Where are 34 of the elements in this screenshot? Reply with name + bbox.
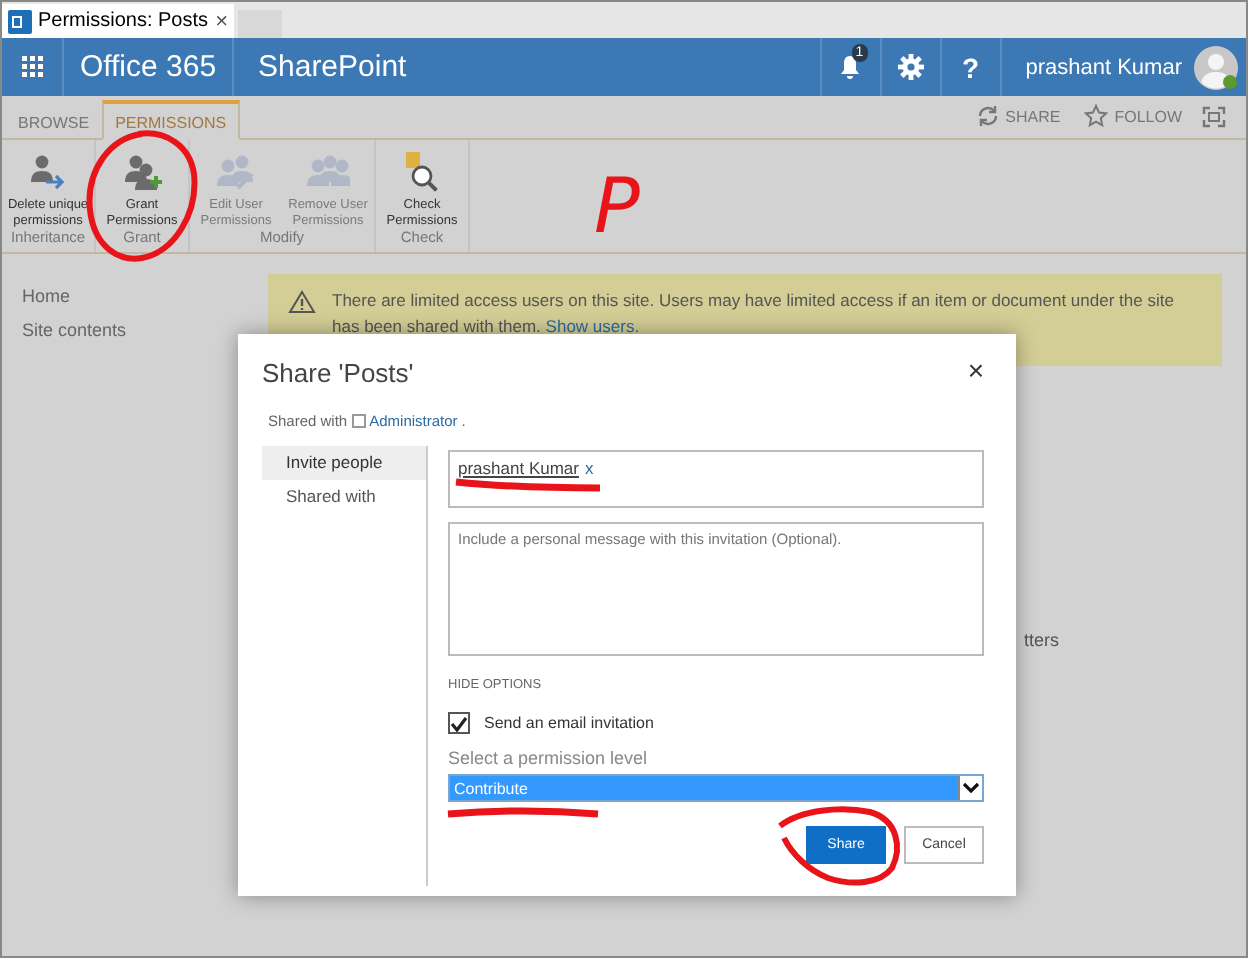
tab-title: Permissions: Posts <box>38 10 210 32</box>
chevron-down-icon <box>962 782 980 794</box>
person-plus-icon <box>120 152 164 192</box>
people-picker-field[interactable]: prashant Kumar x <box>448 450 984 508</box>
remove-link[interactable]: x <box>584 458 594 478</box>
sync-icon <box>975 104 1000 128</box>
show-users-link[interactable]: Show users. <box>545 316 640 336</box>
dialog-tab[interactable]: Shared with <box>262 480 426 514</box>
bell-icon <box>838 54 863 80</box>
nav-link[interactable]: Site contents <box>22 320 268 340</box>
nav-link[interactable]: Home <box>22 286 268 306</box>
settings-icon <box>897 54 924 80</box>
person-token[interactable]: prashant Kumar <box>458 458 579 478</box>
checkbox-label: Send an email invitation <box>484 714 654 732</box>
warning-icon <box>288 290 316 314</box>
close-icon[interactable]: × <box>215 9 228 33</box>
handwritten-letter: P <box>594 162 640 250</box>
dialog-title: Share 'Posts' <box>262 358 414 388</box>
checkmark-icon <box>450 715 468 731</box>
avatar-icon[interactable] <box>1194 45 1238 89</box>
app-title[interactable]: SharePoint <box>234 38 431 96</box>
people-arrow-icon <box>26 152 70 192</box>
waffle-icon <box>21 56 43 78</box>
background-text: tters <box>1024 630 1060 650</box>
browser-tab[interactable]: Permissions: Posts × <box>2 4 234 38</box>
people-group-icon <box>306 152 350 192</box>
star-icon <box>1084 104 1109 128</box>
presence-icon <box>351 414 366 428</box>
close-button[interactable]: × <box>967 354 984 386</box>
dialog-tab[interactable]: Invite people <box>262 446 426 480</box>
field-label: Select a permission level <box>448 748 650 768</box>
focus-mode-icon[interactable] <box>1202 106 1226 128</box>
user-name[interactable]: prashant Kumar <box>1025 55 1182 79</box>
checkbox[interactable] <box>448 712 470 734</box>
